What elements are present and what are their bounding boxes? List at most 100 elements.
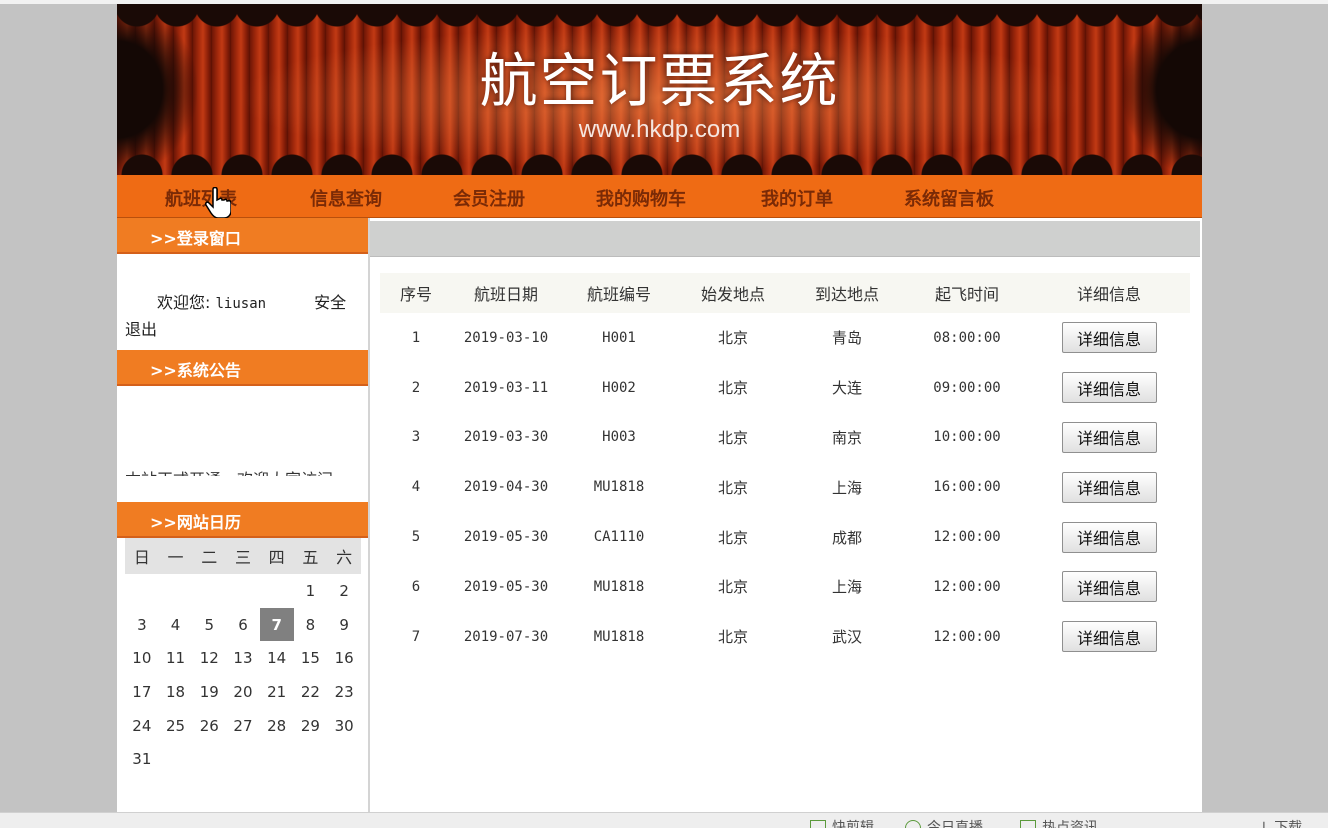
calendar-day[interactable]: 29 (294, 709, 328, 743)
calendar-day[interactable]: 8 (294, 608, 328, 642)
detail-cell: 详细信息 (1028, 562, 1190, 612)
calendar-day[interactable]: 19 (192, 675, 226, 709)
column-header: 航班编号 (560, 273, 678, 313)
calendar-title: >>网站日历 (150, 513, 241, 532)
nav-shopping-cart[interactable]: 我的购物车 (596, 185, 686, 211)
nav-message-board[interactable]: 系统留言板 (904, 185, 994, 211)
table-row: 6 2019-05-30 MU1818 北京 上海 12:00:00 详细信息 (380, 562, 1190, 612)
content-title-bar (370, 221, 1200, 257)
calendar-day[interactable]: 6 (226, 608, 260, 642)
login-window-title: >>登录窗口 (150, 229, 241, 248)
calendar-day[interactable]: 5 (192, 608, 226, 642)
calendar-day[interactable]: 25 (159, 709, 193, 743)
calendar-day[interactable]: 24 (125, 709, 159, 743)
taskbar-item[interactable]: ↓ 下载 (1258, 817, 1302, 828)
column-header: 航班日期 (452, 273, 560, 313)
calendar-day[interactable]: 22 (294, 675, 328, 709)
notice-title: >>系统公告 (150, 361, 241, 380)
curtain-valance (117, 4, 1202, 30)
column-header: 序号 (380, 273, 452, 313)
nav-info-query[interactable]: 信息查询 (310, 185, 382, 211)
flight-date: 2019-05-30 (463, 578, 549, 595)
flight-code: MU1818 (593, 628, 645, 645)
origin-city: 北京 (717, 379, 748, 398)
detail-info-button[interactable]: 详细信息 (1061, 372, 1157, 404)
detail-info-button[interactable]: 详细信息 (1061, 521, 1157, 553)
calendar-day[interactable]: 30 (327, 709, 361, 743)
calendar-day[interactable]: 11 (159, 641, 193, 675)
welcome-label: 欢迎您: (157, 293, 211, 312)
login-window-header: >>登录窗口 (117, 218, 368, 254)
departure-time: 16:00:00 (933, 479, 1001, 496)
calendar-day[interactable]: 18 (159, 675, 193, 709)
calendar-day[interactable]: 10 (125, 641, 159, 675)
departure-time: 10:00:00 (933, 429, 1001, 446)
table-row: 4 2019-04-30 MU1818 北京 上海 16:00:00 详细信息 (380, 462, 1190, 512)
destination-city: 成都 (831, 528, 862, 547)
row-number: 2 (411, 379, 421, 396)
column-header: 详细信息 (1028, 273, 1190, 313)
detail-cell: 详细信息 (1028, 313, 1190, 363)
destination-city: 大连 (831, 379, 862, 398)
flight-date: 2019-05-30 (463, 529, 549, 546)
origin-city: 北京 (717, 329, 748, 348)
taskbar-item[interactable]: 快剪辑 (810, 817, 874, 828)
row-number: 5 (411, 529, 421, 546)
calendar-day[interactable]: 3 (125, 608, 159, 642)
calendar-empty-cell (260, 574, 294, 608)
departure-time: 08:00:00 (933, 329, 1001, 346)
flight-date: 2019-03-11 (463, 379, 549, 396)
departure-time: 09:00:00 (933, 379, 1001, 396)
calendar-weekday: 日 (125, 538, 159, 574)
column-header: 始发地点 (678, 273, 788, 313)
calendar-day[interactable]: 28 (260, 709, 294, 743)
calendar-day[interactable]: 17 (125, 675, 159, 709)
table-row: 1 2019-03-10 H001 北京 青岛 08:00:00 详细信息 (380, 313, 1190, 363)
calendar-day[interactable]: 27 (226, 709, 260, 743)
flight-date: 2019-03-30 (463, 429, 549, 446)
detail-cell: 详细信息 (1028, 413, 1190, 463)
detail-info-button[interactable]: 详细信息 (1061, 571, 1157, 603)
departure-time: 12:00:00 (933, 628, 1001, 645)
calendar-day[interactable]: 23 (327, 675, 361, 709)
calendar-day[interactable]: 12 (192, 641, 226, 675)
calendar-day[interactable]: 15 (294, 641, 328, 675)
header-banner: 航空订票系统 www.hkdp.com (117, 4, 1202, 175)
calendar-day[interactable]: 14 (260, 641, 294, 675)
calendar-day[interactable]: 20 (226, 675, 260, 709)
flight-code: H002 (602, 379, 636, 396)
calendar-day[interactable]: 16 (327, 641, 361, 675)
calendar-day[interactable]: 7 (259, 607, 294, 642)
taskbar-item[interactable]: 热点资讯 (1020, 817, 1098, 828)
calendar-day[interactable]: 21 (260, 675, 294, 709)
detail-info-button[interactable]: 详细信息 (1061, 471, 1157, 503)
calendar-empty-cell (159, 574, 193, 608)
origin-city: 北京 (717, 528, 748, 547)
calendar-day[interactable]: 13 (226, 641, 260, 675)
flight-code: MU1818 (593, 479, 645, 496)
detail-cell: 详细信息 (1028, 363, 1190, 413)
calendar-day[interactable]: 26 (192, 709, 226, 743)
detail-info-button[interactable]: 详细信息 (1061, 322, 1157, 354)
calendar-week: 12 (125, 574, 361, 608)
nav-my-orders[interactable]: 我的订单 (761, 185, 833, 211)
calendar-day[interactable]: 2 (327, 574, 361, 608)
calendar-week: 24 25 26 27 28 29 30 (125, 709, 361, 743)
flight-date: 2019-03-10 (463, 329, 549, 346)
detail-cell: 详细信息 (1028, 462, 1190, 512)
calendar-day[interactable]: 1 (294, 574, 328, 608)
detail-info-button[interactable]: 详细信息 (1061, 621, 1157, 653)
row-number: 6 (411, 578, 421, 595)
site-url: www.hkdp.com (578, 116, 741, 143)
taskbar-item[interactable]: 今日直播 (905, 817, 983, 828)
origin-city: 北京 (717, 628, 748, 647)
nav-member-register[interactable]: 会员注册 (453, 185, 525, 211)
detail-info-button[interactable]: 详细信息 (1061, 421, 1157, 453)
calendar-day[interactable]: 4 (159, 608, 193, 642)
table-row: 3 2019-03-30 H003 北京 南京 10:00:00 详细信息 (380, 413, 1190, 463)
page: 航空订票系统 www.hkdp.com 航班列表 信息查询 会员注册 我的购物车… (117, 4, 1202, 827)
calendar-weekday: 四 (259, 538, 294, 574)
calendar-empty-cell (260, 742, 294, 776)
calendar-day[interactable]: 31 (125, 742, 159, 776)
calendar-day[interactable]: 9 (327, 608, 361, 642)
